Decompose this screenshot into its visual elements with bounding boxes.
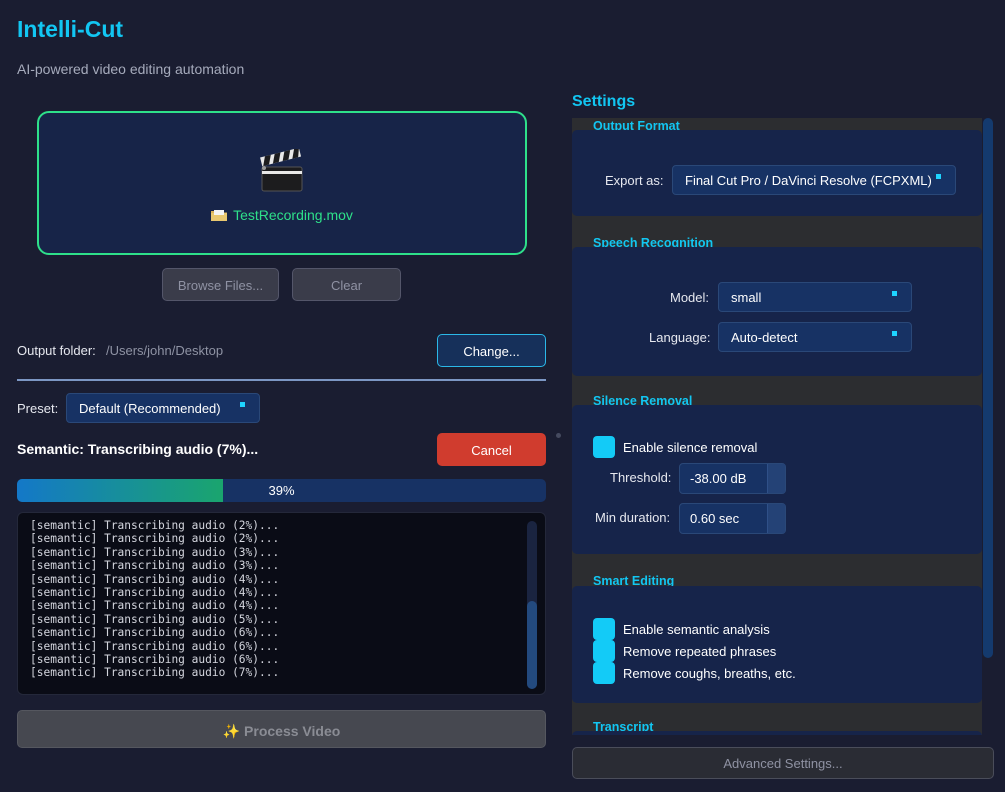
log-line: [semantic] Transcribing audio (2%)... [30,532,280,546]
log-line: [semantic] Transcribing audio (4%)... [30,572,280,586]
threshold-label: Threshold: [610,470,672,485]
repeated-phrases-label: Remove repeated phrases [623,644,777,659]
threshold-stepper[interactable] [767,464,785,493]
settings-scrollbar[interactable] [983,118,993,658]
selected-file-name: TestRecording.mov [233,207,353,223]
threshold-spinbox[interactable]: -38.00 dB [679,463,786,494]
browse-files-button[interactable]: Browse Files... [162,268,279,301]
min-duration-spinbox[interactable]: 0.60 sec [679,503,786,534]
output-folder-label: Output folder: [17,343,96,358]
progress-bar: 39% [17,479,546,502]
log-output[interactable]: [semantic] Transcribing audio (2%)... [se… [17,512,546,695]
output-folder-path: /Users/john/Desktop [106,343,224,358]
chevron-down-icon [892,291,897,296]
splitter-handle[interactable] [556,433,561,438]
process-video-button[interactable]: ✨ Process Video [17,710,546,748]
clear-button[interactable]: Clear [292,268,401,301]
log-scrollbar-thumb[interactable] [527,601,537,689]
model-select[interactable]: small [718,282,912,312]
enable-silence-checkbox[interactable] [593,436,615,458]
model-select-value: small [731,290,762,305]
repeated-phrases-checkbox[interactable] [593,640,615,662]
smart-editing-card: Enable semantic analysis Remove repeated… [572,586,982,703]
export-format-select[interactable]: Final Cut Pro / DaVinci Resolve (FCPXML) [672,165,956,195]
export-format-value: Final Cut Pro / DaVinci Resolve (FCPXML) [685,173,932,188]
selected-file: TestRecording.mov [39,207,525,223]
speech-recognition-card: Model: small Language: Auto-detect [572,247,982,376]
app-title: Intelli-Cut [17,16,124,42]
log-line: [semantic] Transcribing audio (6%)... [30,653,280,667]
min-duration-value: 0.60 sec [690,511,740,526]
semantic-analysis-checkbox[interactable] [593,618,615,640]
log-lines: [semantic] Transcribing audio (2%)... [se… [30,519,279,680]
log-line: [semantic] Transcribing audio (3%)... [30,559,280,573]
semantic-analysis-label: Enable semantic analysis [623,622,770,637]
chevron-down-icon [892,331,897,336]
min-duration-label: Min duration: [595,510,671,525]
preset-select-value: Default (Recommended) [79,401,221,416]
cancel-button[interactable]: Cancel [437,433,546,466]
change-folder-button[interactable]: Change... [437,334,546,367]
log-line: [semantic] Transcribing audio (5%)... [30,612,280,626]
log-line: [semantic] Transcribing audio (6%)... [30,639,280,653]
coughs-label: Remove coughs, breaths, etc. [623,666,796,681]
log-line: [semantic] Transcribing audio (4%)... [30,586,280,600]
file-drop-zone[interactable]: TestRecording.mov [37,111,527,255]
language-select-value: Auto-detect [731,330,798,345]
log-line: [semantic] Transcribing audio (6%)... [30,626,280,640]
folder-icon [211,210,228,221]
progress-label: 39% [268,483,295,498]
advanced-settings-button[interactable]: Advanced Settings... [572,747,994,779]
min-duration-stepper[interactable] [767,504,785,533]
clapperboard-icon [260,149,303,192]
output-format-card: Export as: Final Cut Pro / DaVinci Resol… [572,130,982,216]
model-label: Model: [670,290,710,305]
preset-select[interactable]: Default (Recommended) [66,393,260,423]
log-scrollbar[interactable] [527,521,537,689]
language-label: Language: [649,330,711,345]
app-subtitle: AI-powered video editing automation [17,61,245,77]
settings-panel[interactable]: Output Format Export as: Final Cut Pro /… [572,118,982,735]
threshold-value: -38.00 dB [690,471,747,486]
log-line: [semantic] Transcribing audio (4%)... [30,599,280,613]
divider [17,379,546,381]
log-line: [semantic] Transcribing audio (3%)... [30,545,280,559]
chevron-down-icon [240,402,245,407]
preset-label: Preset: [17,401,59,416]
enable-silence-label: Enable silence removal [623,440,758,455]
chevron-down-icon [936,174,941,179]
coughs-checkbox[interactable] [593,662,615,684]
status-text: Semantic: Transcribing audio (7%)... [17,441,259,457]
log-line: [semantic] Transcribing audio (7%)... [30,666,280,680]
log-line: [semantic] Transcribing audio (2%)... [30,519,280,532]
language-select[interactable]: Auto-detect [718,322,912,352]
settings-title: Settings [572,93,636,110]
export-as-label: Export as: [605,173,664,188]
transcript-card [572,731,982,735]
silence-removal-card: Enable silence removal Threshold: -38.00… [572,405,982,554]
